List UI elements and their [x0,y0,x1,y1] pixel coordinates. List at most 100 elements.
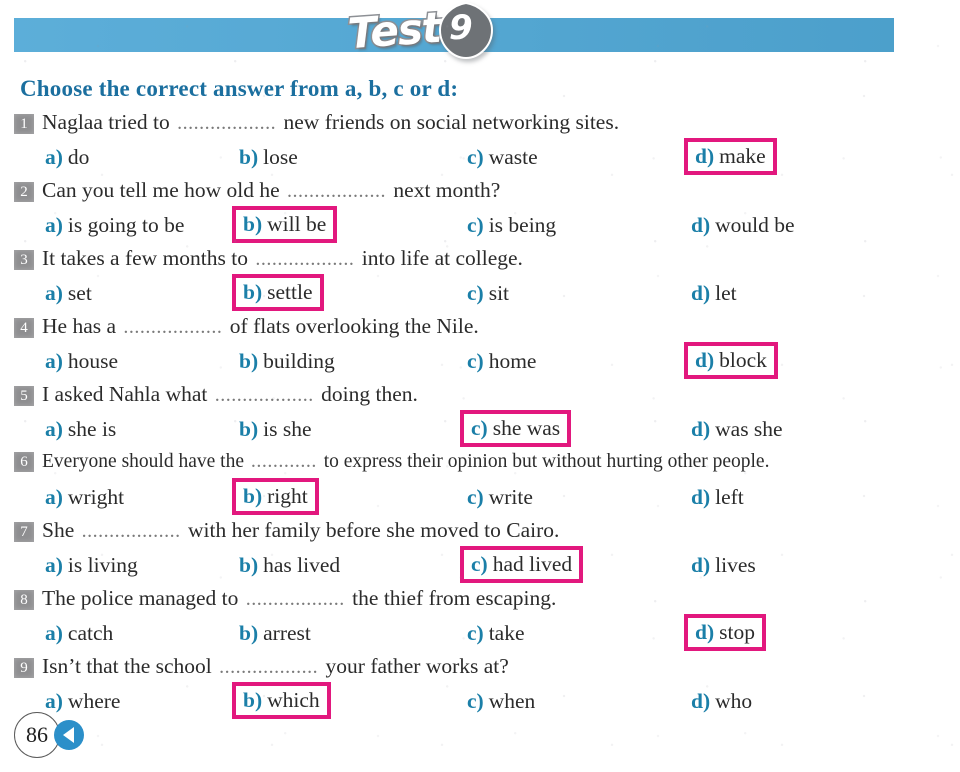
option-c[interactable]: c) when [460,685,542,718]
option-b[interactable]: b) is she [232,413,319,446]
option-a[interactable]: a) she is [38,413,123,446]
question-text-before: He has a [42,314,117,338]
option-b[interactable]: b) arrest [232,617,318,650]
option-a[interactable]: a) house [38,345,125,378]
question-text: It takes a few months to ...............… [42,246,523,271]
question-text-after: into life at college. [361,246,523,270]
option-letter: c) [471,416,488,440]
option-letter: d) [691,689,711,713]
question-block: 3 It takes a few months to ..............… [0,246,960,314]
option-d[interactable]: d) let [684,277,744,310]
option-text: block [719,348,767,372]
option-letter: a) [45,417,63,441]
question-number: 8 [14,590,34,610]
option-letter: a) [45,553,63,577]
option-d-selected[interactable]: d) make [684,138,777,175]
options-row: a) is going to be b) will be c) is being d) wou… [0,206,960,246]
option-d[interactable]: d) was she [684,413,790,446]
option-a[interactable]: a) is living [38,549,145,582]
option-d[interactable]: d) lives [684,549,763,582]
option-b-selected[interactable]: b) will be [232,206,338,243]
question-number: 9 [14,658,34,678]
options-row: a) is living b) has lived c) had lived d) lives [0,546,960,586]
question-text: Isn’t that the school ..................… [42,654,509,679]
option-b-selected[interactable]: b) settle [232,274,324,311]
option-letter: c) [467,689,484,713]
question-text-after: doing then. [321,382,418,406]
answer-blank: .................. [214,384,314,406]
question-block: 8 The police managed to .................… [0,586,960,654]
instruction-heading: Choose the correct answer from a, b, c o… [20,76,459,101]
option-c-selected[interactable]: c) had lived [460,546,584,583]
option-b-selected[interactable]: b) right [232,478,319,515]
option-text: has lived [263,553,341,577]
option-a[interactable]: a) is going to be [38,209,191,242]
option-letter: b) [243,688,263,712]
option-text: is being [488,213,557,237]
option-letter: c) [467,145,484,169]
option-text: arrest [263,621,311,645]
question-text: Can you tell me how old he .............… [42,178,500,203]
question-text-before: I asked Nahla what [42,382,208,406]
question-text-after: new friends on social networking sites. [283,110,620,134]
option-b[interactable]: b) has lived [232,549,347,582]
option-text: settle [267,280,313,304]
option-letter: d) [695,144,715,168]
option-c-selected[interactable]: c) she was [460,410,572,447]
option-text: let [715,281,737,305]
question-text: The police managed to ..................… [42,586,556,611]
option-b-selected[interactable]: b) which [232,682,331,719]
option-letter: a) [45,485,63,509]
option-letter: b) [239,145,259,169]
test-number-badge: 9 [435,0,497,62]
option-c[interactable]: c) is being [460,209,563,242]
option-letter: b) [239,621,259,645]
question-text-after: your father works at? [325,654,509,678]
option-text: was she [715,417,783,441]
option-d[interactable]: d) would be [684,209,802,242]
options-row: a) where b) which c) when d) who [0,682,960,722]
option-a[interactable]: a) catch [38,617,120,650]
answer-blank: .................. [81,520,181,542]
option-a[interactable]: a) do [38,141,96,174]
option-b[interactable]: b) lose [232,141,305,174]
answer-blank: .................. [123,316,223,338]
question-number: 7 [14,522,34,542]
option-a[interactable]: a) wright [38,481,131,514]
option-letter: c) [467,281,484,305]
question-block: 9 Isn’t that the school .................… [0,654,960,722]
question-text-after: of flats overlooking the Nile. [229,314,479,338]
option-letter: a) [45,281,63,305]
option-text: lose [263,145,298,169]
question-text-before: She [42,518,75,542]
option-b[interactable]: b) building [232,345,342,378]
option-c[interactable]: c) take [460,617,532,650]
option-c[interactable]: c) home [460,345,543,378]
option-letter: c) [467,349,484,373]
question-block: 1 Naglaa tried to .................. new … [0,110,960,178]
question-block: 4 He has a .................. of flats ov… [0,314,960,382]
option-c[interactable]: c) write [460,481,540,514]
option-d-selected[interactable]: d) block [684,342,778,379]
options-row: a) set b) settle c) sit d) let [0,274,960,314]
option-letter: d) [691,485,711,509]
test-logo-word: Test [345,1,444,59]
option-text: left [715,485,744,509]
option-letter: d) [691,281,711,305]
option-d[interactable]: d) left [684,481,751,514]
question-prompt: 5 I asked Nahla what .................. d… [0,382,960,413]
option-d[interactable]: d) who [684,685,759,718]
option-a[interactable]: a) set [38,277,99,310]
option-d-selected[interactable]: d) stop [684,614,766,651]
answer-blank: .................. [255,248,355,270]
option-text: catch [67,621,114,645]
previous-page-button[interactable] [54,720,84,750]
question-text-after: with her family before she moved to Cair… [188,518,560,542]
option-c[interactable]: c) sit [460,277,516,310]
option-text: house [67,349,119,373]
option-text: is going to be [67,213,185,237]
test-logo: Test 9 [345,0,497,62]
question-number: 1 [14,114,34,134]
option-text: right [267,484,308,508]
option-c[interactable]: c) waste [460,141,545,174]
